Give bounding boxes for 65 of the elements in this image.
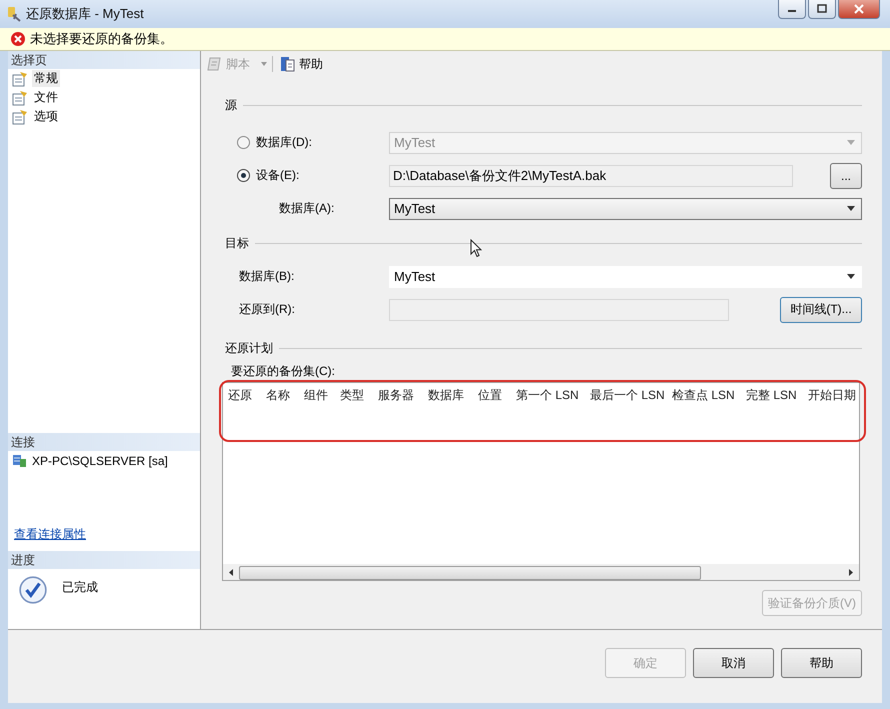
horizontal-scrollbar[interactable] <box>223 564 859 580</box>
column-header[interactable]: 位置 <box>478 386 516 404</box>
help-icon <box>280 56 296 72</box>
script-icon <box>207 56 223 72</box>
window-title: 还原数据库 - MyTest <box>26 5 144 23</box>
group-title: 目标 <box>225 235 249 252</box>
column-header[interactable]: 数据库 <box>428 386 478 404</box>
dialog-button[interactable]: 帮助 <box>781 648 862 678</box>
column-header[interactable]: 开始日期 <box>808 386 859 404</box>
field-label: 还原到(R): <box>238 301 296 318</box>
column-header[interactable]: 第一个 LSN <box>516 386 590 404</box>
close-button[interactable] <box>838 0 880 19</box>
column-header[interactable]: 还原 <box>228 386 266 404</box>
group-title: 源 <box>225 97 237 114</box>
scroll-left-icon[interactable] <box>229 568 233 576</box>
column-header[interactable]: 类型 <box>340 386 378 404</box>
caret-icon <box>847 274 855 279</box>
section-header: 连接 <box>8 433 200 451</box>
column-header[interactable]: 检查点 LSN <box>672 386 746 404</box>
browse-button[interactable]: ... <box>830 162 862 188</box>
page-item[interactable]: 选项 <box>32 108 60 125</box>
page-item[interactable]: 文件 <box>32 89 60 106</box>
column-header[interactable]: 服务器 <box>378 386 428 404</box>
source-database-dropdown[interactable]: MyTest <box>389 198 862 220</box>
app-icon <box>6 6 22 22</box>
option-label: 数据库(D): <box>256 134 312 151</box>
section-header: 选择页 <box>8 51 200 69</box>
minimize-button[interactable] <box>778 0 806 19</box>
page-item[interactable]: 常规 <box>32 70 60 87</box>
connection-properties-link[interactable]: 查看连接属性 <box>8 526 86 543</box>
caret-icon <box>847 206 855 211</box>
maximize-icon <box>817 4 827 14</box>
server-name: XP-PC\SQLSERVER [sa] <box>32 454 168 468</box>
scroll-right-icon[interactable] <box>849 568 853 576</box>
page-icon <box>12 108 28 124</box>
page-icon <box>12 70 28 86</box>
column-header[interactable]: 名称 <box>266 386 304 404</box>
error-message: 未选择要还原的备份集。 <box>30 30 173 48</box>
radio-button[interactable] <box>237 136 250 149</box>
field-label: 数据库(B): <box>238 268 296 285</box>
device-path-field[interactable]: D:\Database\备份文件2\MyTestA.bak <box>389 164 793 186</box>
column-header[interactable]: 完整 LSN <box>746 386 808 404</box>
table-label: 要还原的备份集(C): <box>230 363 336 380</box>
maximize-button[interactable] <box>808 0 836 19</box>
help-button[interactable]: 帮助 <box>278 54 325 74</box>
progress-status: 已完成 <box>62 579 98 596</box>
server-icon <box>12 452 28 468</box>
radio-button[interactable] <box>237 169 250 182</box>
close-icon <box>854 4 864 14</box>
error-icon <box>10 31 26 47</box>
check-icon <box>18 575 48 605</box>
backup-sets-table[interactable]: 还原 名称 组件 类型 服务器 数据库 位置 第一个 LSN 最后一个 LSN 检查点 LSN 完整 LSN 开始日期 <box>222 382 860 581</box>
column-header[interactable]: 最后一个 LSN <box>590 386 672 404</box>
cursor-icon <box>470 239 482 258</box>
option-label: 设备(E): <box>256 167 300 184</box>
group-title: 还原计划 <box>225 340 273 357</box>
field-label: 数据库(A): <box>278 200 336 217</box>
column-header[interactable]: 组件 <box>304 386 340 404</box>
restore-to-field[interactable] <box>389 298 729 320</box>
section-header: 进度 <box>8 551 200 569</box>
dialog-button[interactable]: 取消 <box>693 648 774 678</box>
caret-icon <box>847 140 855 145</box>
target-database-dropdown[interactable]: MyTest <box>389 266 862 288</box>
timeline-button[interactable]: 时间线(T)... <box>780 296 862 322</box>
page-icon <box>12 90 28 106</box>
